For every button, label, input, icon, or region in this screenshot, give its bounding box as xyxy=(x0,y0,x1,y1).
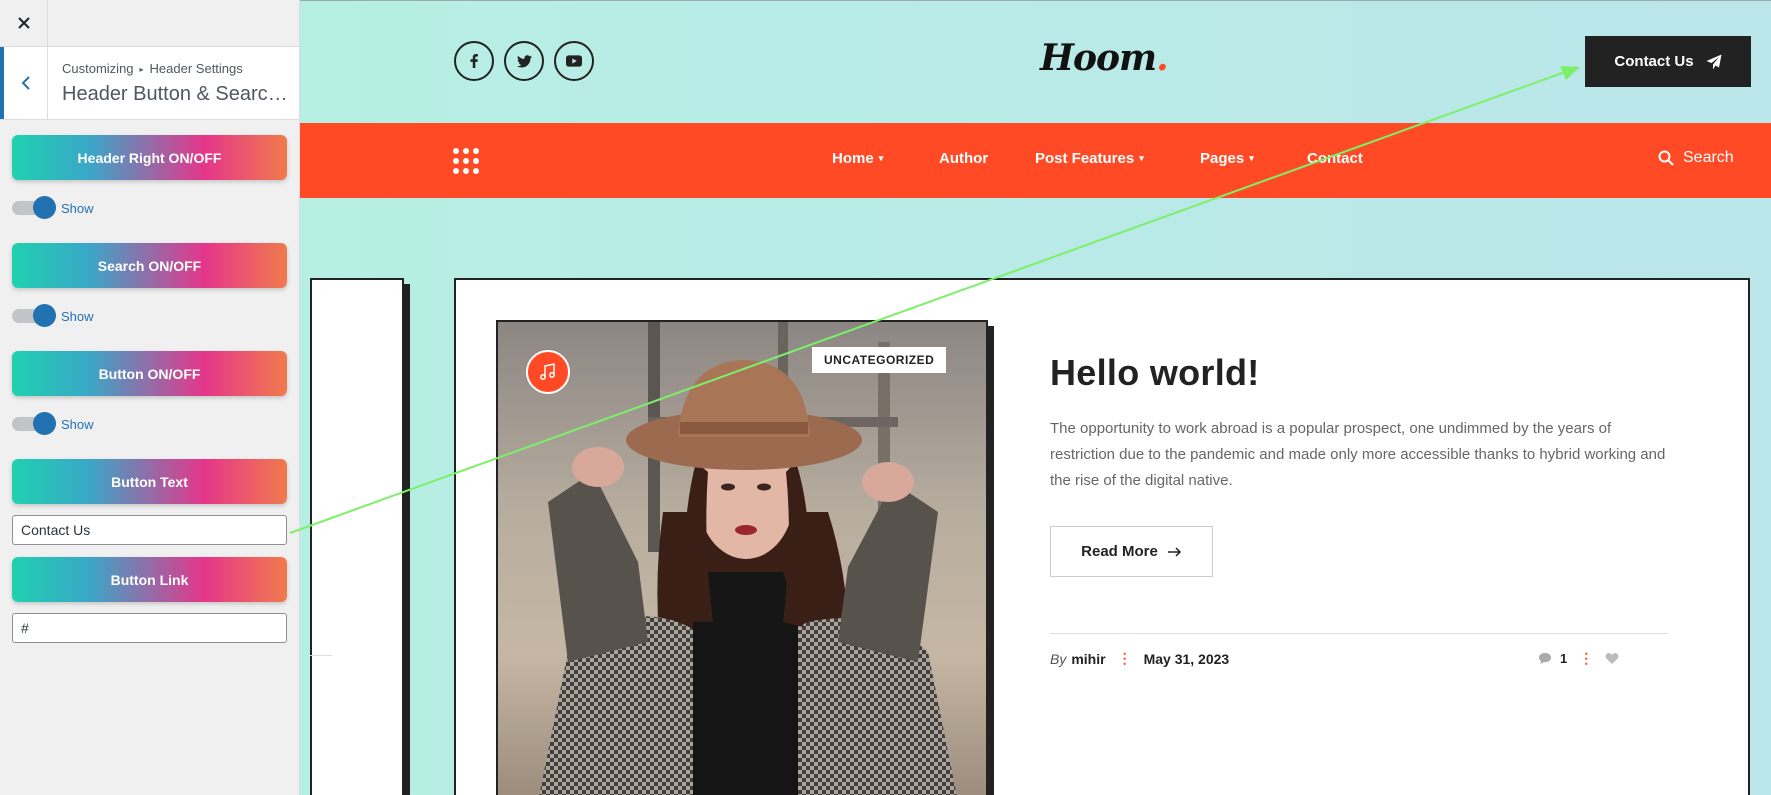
search-heading: Search ON/OFF xyxy=(12,243,287,288)
meta-separator-icon: ⋮ xyxy=(1117,650,1132,666)
chevron-left-icon xyxy=(21,76,30,90)
nav-item-home[interactable]: Home ▾ xyxy=(832,150,883,167)
close-icon xyxy=(17,17,30,29)
post-excerpt: The opportunity to work abroad is a popu… xyxy=(1050,420,1666,489)
comment-icon[interactable] xyxy=(1538,652,1552,665)
breadcrumb-item: Header Settings xyxy=(149,61,243,76)
grid-menu-icon[interactable] xyxy=(453,148,479,174)
read-more-button[interactable]: Read More xyxy=(1050,526,1213,577)
section-title: Header Button & Search ... xyxy=(62,83,290,105)
chevron-down-icon: ▾ xyxy=(1139,153,1144,163)
customizer-header xyxy=(0,0,299,47)
nav-item-author[interactable]: Author xyxy=(939,150,988,167)
site-preview: Hoom. Contact Us Home ▾ Author Post Featu… xyxy=(300,0,1771,795)
toggle-knob xyxy=(33,412,56,435)
nav-label: Home xyxy=(832,150,874,167)
header-right-heading: Header Right ON/OFF xyxy=(12,135,287,180)
post-meta: By mihir ⋮ May 31, 2023 xyxy=(1050,650,1229,667)
nav-item-post-features[interactable]: Post Features ▾ xyxy=(1035,150,1144,167)
read-more-label: Read More xyxy=(1081,543,1158,560)
nav-label: Author xyxy=(939,150,989,167)
toggle-label: Show xyxy=(61,200,94,216)
toggle-label: Show xyxy=(61,308,94,324)
customizer-sidebar: Customizing ▸ Header Settings Header Butto… xyxy=(0,0,300,795)
toggle-knob xyxy=(33,196,56,219)
logo-text: Hoom xyxy=(1040,37,1157,79)
logo-dot: . xyxy=(1156,37,1169,79)
divider xyxy=(310,655,332,656)
search-toggle[interactable] xyxy=(12,304,56,327)
header-search-button[interactable]: Search xyxy=(1658,149,1734,167)
category-badge[interactable]: UNCATEGORIZED xyxy=(812,347,947,373)
post-reactions: 1 ⋮ xyxy=(1538,650,1619,667)
contact-us-button[interactable]: Contact Us xyxy=(1585,36,1751,87)
post-date: May 31, 2023 xyxy=(1143,650,1230,667)
nav-label: Contact xyxy=(1307,150,1363,167)
breadcrumb-item: Customizing xyxy=(62,61,134,76)
facebook-icon xyxy=(470,54,478,68)
music-note-icon xyxy=(540,363,555,380)
paper-plane-icon xyxy=(1706,54,1722,69)
button-text-heading: Button Text xyxy=(12,459,287,504)
chevron-down-icon: ▾ xyxy=(1249,153,1254,163)
breadcrumb: Customizing ▸ Header Settings xyxy=(62,61,243,76)
post-card-previous xyxy=(310,278,404,795)
youtube-link[interactable] xyxy=(554,41,594,81)
search-toggle-row: Show xyxy=(12,304,94,328)
button-link-heading: Button Link xyxy=(12,557,287,602)
toggle-knob xyxy=(33,304,56,327)
meta-divider xyxy=(1050,633,1668,634)
back-button[interactable] xyxy=(0,47,48,119)
button-text-input[interactable] xyxy=(12,515,287,545)
button-link-input[interactable] xyxy=(12,613,287,643)
comment-count: 1 xyxy=(1560,651,1568,666)
post-photo-woman-in-hat xyxy=(539,322,957,795)
main-navigation: Home ▾ Author Post Features ▾ Pages ▾ Conta… xyxy=(300,123,1771,198)
close-customizer-button[interactable] xyxy=(0,0,48,46)
audio-format-badge xyxy=(526,350,570,394)
post-card: UNCATEGORIZED Hello world! The opportuni… xyxy=(454,278,1750,795)
header-right-toggle[interactable] xyxy=(12,196,56,219)
header-right-toggle-row: Show xyxy=(12,196,94,220)
site-logo[interactable]: Hoom. xyxy=(1040,37,1169,79)
youtube-icon xyxy=(566,55,582,67)
toggle-label: Show xyxy=(61,416,94,432)
nav-label: Post Features xyxy=(1035,150,1135,167)
button-heading: Button ON/OFF xyxy=(12,351,287,396)
heart-icon[interactable] xyxy=(1605,652,1619,665)
search-icon xyxy=(1658,150,1674,166)
twitter-icon xyxy=(516,54,532,67)
chevron-down-icon: ▾ xyxy=(878,153,884,163)
nav-item-pages[interactable]: Pages ▾ xyxy=(1200,150,1254,167)
nav-label: Pages xyxy=(1200,150,1245,167)
arrow-right-icon xyxy=(1167,546,1181,557)
button-toggle-row: Show xyxy=(12,412,94,436)
button-toggle[interactable] xyxy=(12,412,56,435)
twitter-link[interactable] xyxy=(504,41,544,81)
contact-button-label: Contact Us xyxy=(1614,53,1694,70)
facebook-link[interactable] xyxy=(454,41,494,81)
breadcrumb-separator-icon: ▸ xyxy=(139,65,144,74)
post-thumbnail[interactable]: UNCATEGORIZED xyxy=(496,320,988,795)
post-title[interactable]: Hello world! xyxy=(1050,352,1260,394)
meta-separator-icon: ⋮ xyxy=(1579,650,1594,666)
search-label: Search xyxy=(1683,149,1734,166)
meta-by: By xyxy=(1050,650,1067,667)
section-header: Customizing ▸ Header Settings Header Butto… xyxy=(0,47,299,120)
post-author-link[interactable]: mihir xyxy=(1071,651,1105,667)
nav-item-contact[interactable]: Contact xyxy=(1307,150,1363,167)
